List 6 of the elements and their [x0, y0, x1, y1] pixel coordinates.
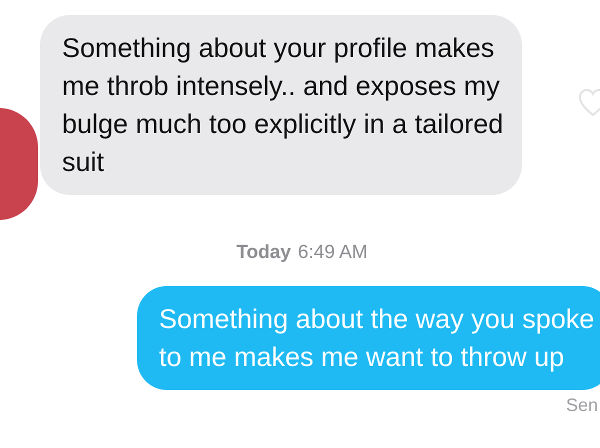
heart-icon	[578, 88, 600, 118]
timestamp-day: Today	[236, 239, 291, 268]
delivery-status: Sen	[566, 394, 598, 416]
message-bubble: Something about your profile makes me throb intensely.. and exposes my bulge much too explicitly in a tailored suit	[40, 15, 522, 195]
message-bubble: Something about the way you spoke to me makes me want to throw up	[137, 286, 600, 390]
timestamp-time: 6:49 AM	[298, 241, 368, 265]
